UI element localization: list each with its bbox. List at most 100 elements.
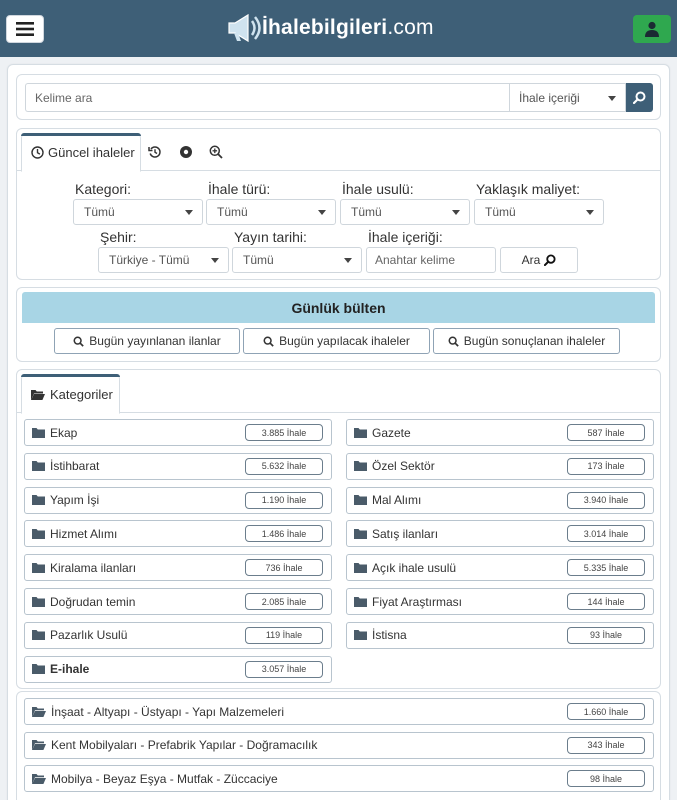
tender-type-select[interactable]: Tümü [206,199,336,225]
count-badge: 1.660 İhale [567,703,645,720]
folder-icon [354,427,367,438]
sector-item[interactable]: Mobilya - Beyaz Eşya - Mutfak - Züccaciy… [24,765,654,792]
search-button[interactable] [626,83,653,112]
content-label: İhale içeriği: [368,229,443,245]
filter-search-button[interactable]: Ara [500,247,578,273]
history-icon[interactable] [148,145,162,159]
site-logo[interactable]: İhalebilgileri.com [226,12,434,44]
folder-icon [354,461,367,472]
category-label: Mal Alımı [372,493,422,508]
tab-categories[interactable]: Kategoriler [21,374,120,414]
search-icon [544,254,556,266]
category-label: Yapım İşi [50,493,100,508]
category-item[interactable]: E-ihale 3.057 İhale [24,655,332,683]
folder-icon [354,630,367,641]
category-item[interactable]: Gazete 587 İhale [346,419,654,446]
folder-icon [354,562,367,573]
folder-open-icon [32,740,46,750]
category-item[interactable]: Kiralama ilanları 736 İhale [24,554,332,582]
category-item[interactable]: Satış ilanları 3.014 İhale [346,520,654,548]
tab-current-tenders[interactable]: Güncel ihaleler [21,133,141,172]
daily-bulletin-title: Günlük bülten [22,292,655,323]
logo-main: İhalebilgileri [262,16,388,39]
count-badge: 1.486 İhale [245,525,323,543]
category-item[interactable]: Hizmet Alımı 1.486 İhale [24,520,332,548]
sector-label: Mobilya - Beyaz Eşya - Mutfak - Züccaciy… [51,771,278,786]
city-select[interactable]: Türkiye - Tümü [98,247,229,273]
category-select-value: Tümü [84,205,115,219]
caret-down-icon [185,210,193,215]
search-scope-select[interactable]: İhale içeriği [509,83,626,112]
category-label: Satış ilanları [372,526,439,541]
count-badge: 144 İhale [567,593,645,610]
keyword-input[interactable]: Anahtar kelime [366,247,496,273]
folder-open-icon [32,773,46,784]
category-item[interactable]: Açık ihale usulü 5.335 İhale [346,554,654,582]
today-scheduled-button[interactable]: Bugün yapılacak ihaleler [243,328,430,354]
sector-label: İnşaat - Altyapı - Üstyapı - Yapı Malzem… [51,704,284,719]
estimated-cost-select-value: Tümü [485,205,516,219]
hamburger-icon [16,22,34,36]
tender-type-label: İhale türü: [208,181,271,197]
estimated-cost-label: Yaklaşık maliyet: [476,181,580,197]
category-item[interactable]: Yapım İşi 1.190 İhale [24,486,332,514]
category-label: Özel Sektör [372,459,435,474]
category-item[interactable]: Pazarlık Usulü 119 İhale [24,621,332,649]
category-label: Kategori: [75,181,132,197]
category-label: İstihbarat [50,459,100,474]
publish-date-select-value: Tümü [243,253,274,267]
folder-icon [32,562,45,573]
count-badge: 343 İhale [567,736,645,754]
caret-down-icon [211,258,219,263]
count-badge: 119 İhale [245,626,323,644]
caret-down-icon [586,210,594,215]
megaphone-icon [228,13,261,43]
sector-item[interactable]: İnşaat - Altyapı - Üstyapı - Yapı Malzem… [24,698,654,725]
count-badge: 2.085 İhale [245,593,323,610]
count-badge: 5.335 İhale [567,559,645,577]
search-icon [633,91,646,104]
search-scope-value: İhale içeriği [519,90,580,105]
logo-suffix: .com [387,16,434,39]
caret-down-icon [608,96,616,101]
count-badge: 3.014 İhale [567,525,645,543]
search-input[interactable] [25,83,509,112]
record-icon[interactable] [179,145,193,159]
folder-icon [32,528,45,539]
category-item[interactable]: Ekap 3.885 İhale [24,419,332,446]
category-label: E-ihale [50,662,90,677]
today-published-button[interactable]: Bugün yayınlanan ilanlar [54,328,240,354]
caret-down-icon [344,258,352,263]
tab-categories-label: Kategoriler [50,386,113,402]
tender-method-label: İhale usulü: [342,181,414,197]
caret-down-icon [318,210,326,215]
category-item[interactable]: Mal Alımı 3.940 İhale [346,486,654,514]
folder-icon [354,528,367,539]
category-item[interactable]: Özel Sektör 173 İhale [346,452,654,480]
category-item[interactable]: İstisna 93 İhale [346,621,654,649]
estimated-cost-select[interactable]: Tümü [474,199,604,225]
folder-icon [32,664,45,675]
count-badge: 3.940 İhale [567,491,645,509]
clock-icon [31,146,44,159]
today-concluded-label: Bugün sonuçlanan ihaleler [463,334,606,348]
user-button[interactable] [633,15,671,43]
count-badge: 98 İhale [567,770,645,787]
folder-icon [354,596,367,607]
folder-open-icon [32,706,46,717]
category-item[interactable]: Fiyat Araştırması 144 İhale [346,588,654,615]
category-item[interactable]: Doğrudan temin 2.085 İhale [24,588,332,615]
publish-date-select[interactable]: Tümü [232,247,362,273]
category-item[interactable]: İstihbarat 5.632 İhale [24,452,332,480]
menu-button[interactable] [6,15,44,43]
sector-label: Kent Mobilyaları - Prefabrik Yapılar - D… [51,738,318,752]
keyword-placeholder: Anahtar kelime [375,253,456,267]
today-concluded-button[interactable]: Bugün sonuçlanan ihaleler [433,328,620,354]
tender-method-select[interactable]: Tümü [340,199,470,225]
zoom-in-icon[interactable] [209,145,223,159]
caret-down-icon [452,210,460,215]
category-select[interactable]: Tümü [73,199,203,225]
publish-date-label: Yayın tarihi: [234,229,307,245]
category-label: Gazete [372,425,411,440]
sector-item[interactable]: Kent Mobilyaları - Prefabrik Yapılar - D… [24,731,654,759]
